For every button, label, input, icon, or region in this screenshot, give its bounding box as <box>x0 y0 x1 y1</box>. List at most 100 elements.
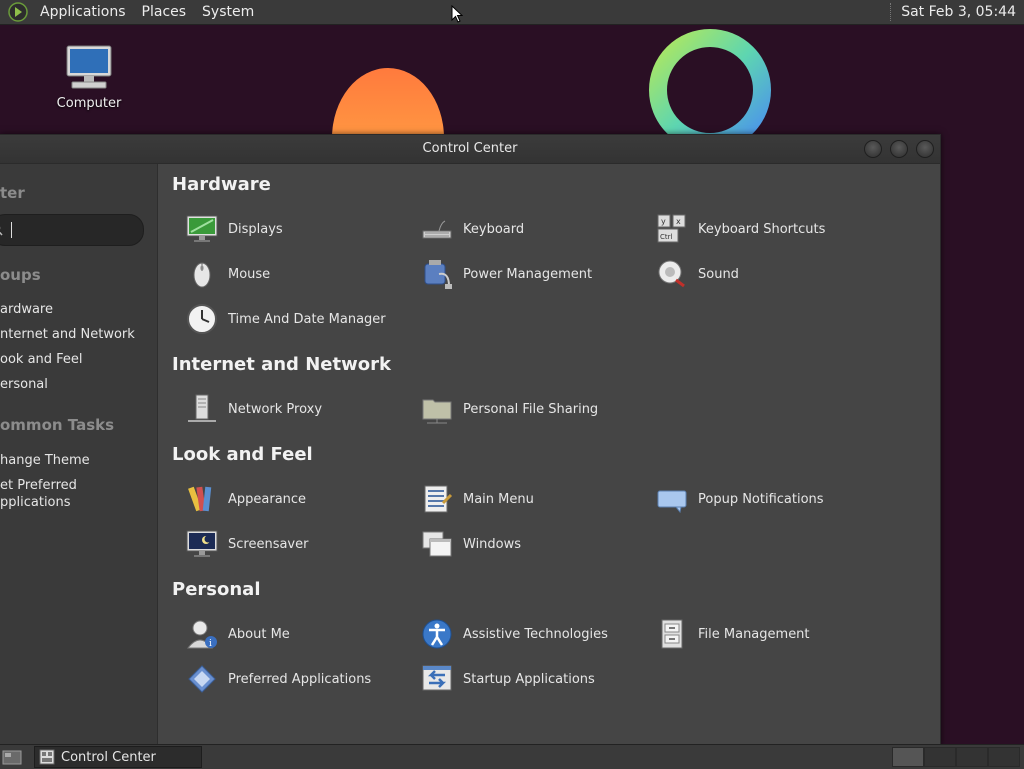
main-menu-icon <box>424 485 453 513</box>
item-label: Keyboard Shortcuts <box>698 221 826 237</box>
workspace-switcher[interactable] <box>892 747 1020 767</box>
workspace-3[interactable] <box>956 747 988 767</box>
svg-text:x: x <box>676 217 681 226</box>
places-menu[interactable]: Places <box>134 0 195 24</box>
text-caret <box>11 222 12 238</box>
workspace-1[interactable] <box>892 747 924 767</box>
item-preferred-applications[interactable]: Preferred Applications <box>186 663 371 695</box>
network-proxy-icon <box>188 394 216 422</box>
bottom-panel: Control Center <box>0 744 1024 769</box>
item-label: Popup Notifications <box>698 491 824 507</box>
item-sound[interactable]: Sound <box>656 258 739 290</box>
clock-icon <box>187 304 217 334</box>
item-assistive-technologies[interactable]: Assistive Technologies <box>421 618 608 650</box>
keyboard-shortcuts-icon: y x Ctrl <box>657 214 686 243</box>
content-area: Hardware Displays Keyboard y x Ctrl Keyb… <box>158 164 940 745</box>
item-mouse[interactable]: Mouse <box>186 258 270 290</box>
sidebar-item-personal[interactable]: ersonal <box>0 377 48 392</box>
item-personal-file-sharing[interactable]: Personal File Sharing <box>421 393 598 425</box>
applications-menu[interactable]: Applications <box>32 0 134 24</box>
item-label: Personal File Sharing <box>463 401 599 417</box>
sidebar-item-look-feel[interactable]: ook and Feel <box>0 352 83 367</box>
item-label: Keyboard <box>463 221 525 237</box>
item-label: Mouse <box>228 266 271 282</box>
sidebar-item-hardware[interactable]: ardware <box>0 302 53 317</box>
sidebar: ter oups ardware nternet and Network ook… <box>0 164 158 745</box>
item-keyboard[interactable]: Keyboard <box>421 213 524 245</box>
item-label: Preferred Applications <box>228 671 372 687</box>
screensaver-icon <box>186 530 218 557</box>
system-menu[interactable]: System <box>194 0 262 24</box>
workspace-2[interactable] <box>924 747 956 767</box>
show-desktop-icon[interactable] <box>2 748 22 766</box>
item-about-me[interactable]: i About Me <box>186 618 290 650</box>
item-main-menu[interactable]: Main Menu <box>421 483 534 515</box>
item-label: Startup Applications <box>463 671 595 687</box>
desktop-computer-launcher[interactable]: Computer <box>50 44 128 111</box>
computer-icon <box>66 45 112 89</box>
mouse-pointer-icon <box>451 5 463 23</box>
clock[interactable]: Sat Feb 3, 05:44 <box>901 4 1024 20</box>
section-title-internet-network: Internet and Network <box>172 354 391 375</box>
appearance-icon <box>188 486 212 512</box>
section-title-hardware: Hardware <box>172 174 271 195</box>
panel-separator <box>890 3 893 21</box>
workspace-4[interactable] <box>988 747 1020 767</box>
sidebar-title: ter <box>0 184 25 202</box>
section-title-look-feel: Look and Feel <box>172 444 313 465</box>
top-panel: Applications Places System Sat Feb 3, 05… <box>0 0 1024 25</box>
item-power-management[interactable]: Power Management <box>421 258 592 290</box>
startup-applications-icon <box>422 665 452 691</box>
window-titlebar[interactable]: Control Center <box>0 135 940 164</box>
item-label: Displays <box>228 221 283 237</box>
search-input[interactable] <box>0 214 144 246</box>
item-popup-notifications[interactable]: Popup Notifications <box>656 483 824 515</box>
mate-logo-icon[interactable] <box>8 2 28 22</box>
item-startup-applications[interactable]: Startup Applications <box>421 663 595 695</box>
keyboard-icon <box>422 220 452 239</box>
item-label: Screensaver <box>228 536 309 552</box>
item-file-management[interactable]: File Management <box>656 618 810 650</box>
item-label: Network Proxy <box>228 401 323 417</box>
item-label: Main Menu <box>463 491 534 507</box>
item-displays[interactable]: Displays <box>186 213 283 245</box>
accessibility-icon <box>422 619 452 649</box>
item-appearance[interactable]: Appearance <box>186 483 306 515</box>
search-icon <box>0 226 3 236</box>
task-change-theme[interactable]: hange Theme <box>0 453 90 468</box>
sound-icon <box>658 260 685 288</box>
folder-share-icon <box>422 399 452 424</box>
groups-heading: oups <box>0 266 41 284</box>
displays-icon <box>186 215 218 242</box>
preferred-applications-icon <box>188 665 216 693</box>
minimize-button[interactable] <box>864 140 882 158</box>
item-screensaver[interactable]: Screensaver <box>186 528 308 560</box>
item-network-proxy[interactable]: Network Proxy <box>186 393 322 425</box>
control-center-window: Control Center ter oups ardware nternet … <box>0 134 941 746</box>
section-title-personal: Personal <box>172 579 261 600</box>
item-label: File Management <box>698 626 810 642</box>
windows-icon <box>422 531 452 557</box>
control-center-icon <box>39 749 55 765</box>
task-set-preferred-line1[interactable]: et Preferred <box>0 478 77 493</box>
close-button[interactable] <box>916 140 934 158</box>
taskbar-task-control-center[interactable]: Control Center <box>34 746 202 768</box>
item-label: Windows <box>463 536 522 552</box>
window-title: Control Center <box>422 141 518 156</box>
desktop-icon-label: Computer <box>56 96 122 111</box>
common-tasks-heading: ommon Tasks <box>0 416 115 434</box>
item-label: Power Management <box>463 266 593 282</box>
item-label: Sound <box>698 266 739 282</box>
sidebar-item-internet-network[interactable]: nternet and Network <box>0 327 135 342</box>
svg-text:i: i <box>209 639 212 649</box>
item-label: Time And Date Manager <box>228 311 386 327</box>
item-label: Assistive Technologies <box>463 626 608 642</box>
maximize-button[interactable] <box>890 140 908 158</box>
item-time-date[interactable]: Time And Date Manager <box>186 303 386 335</box>
item-windows[interactable]: Windows <box>421 528 521 560</box>
svg-text:y: y <box>661 217 666 226</box>
task-set-preferred-line2[interactable]: pplications <box>0 495 71 510</box>
item-keyboard-shortcuts[interactable]: y x Ctrl Keyboard Shortcuts <box>656 213 825 245</box>
mouse-icon <box>193 262 211 288</box>
item-label: About Me <box>228 626 290 642</box>
